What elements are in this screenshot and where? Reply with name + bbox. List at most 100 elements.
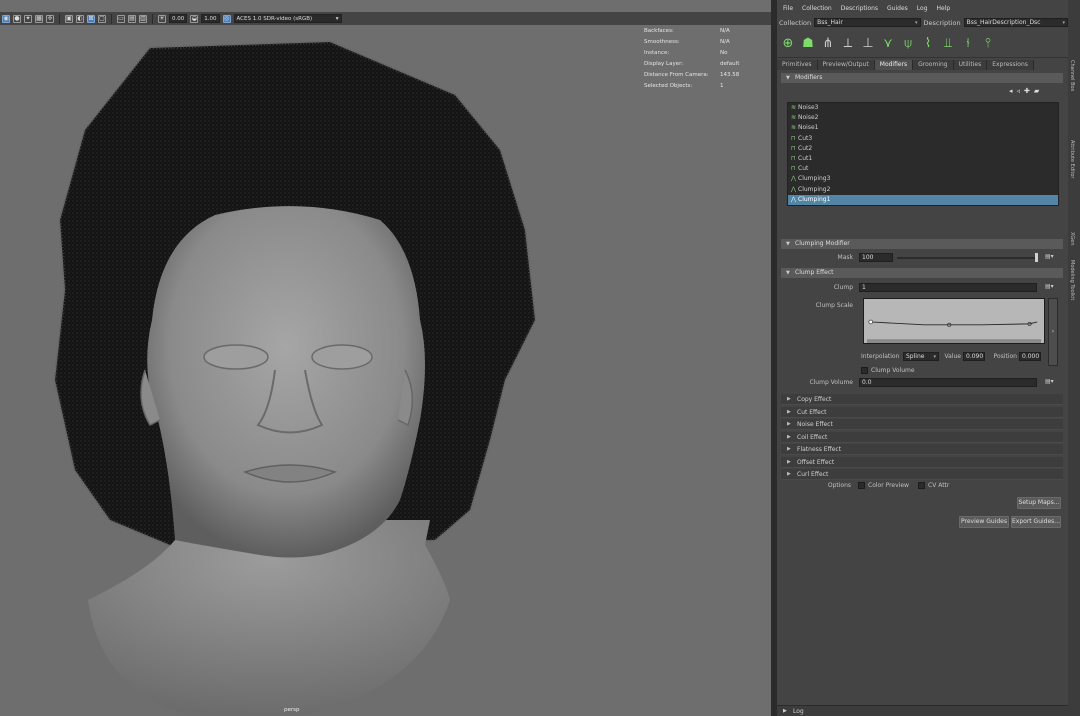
clump-volume-field[interactable]: 0.0 [859,378,1037,387]
gamma-field[interactable]: 1.00 [201,14,220,23]
add-modifier-icon[interactable]: ✚ [1024,87,1030,95]
description-value: Bss_HairDescription_Dsc [966,19,1041,26]
color-preview-checkbox[interactable] [858,482,865,489]
wireframe-icon[interactable]: ▢ [98,14,106,23]
clump-field[interactable]: 1 [859,283,1037,292]
tab-utilities[interactable]: Utilities [953,60,988,70]
log-section[interactable]: ▶ Log [777,705,1068,716]
list-item[interactable]: ≋ Noise2 [788,113,1058,123]
coil-effect-header[interactable]: ▶ Coil Effect [781,431,1063,443]
exposure-field[interactable]: 0.00 [169,14,188,23]
move-down-icon[interactable]: ◃ [1017,87,1021,95]
ramp-expand-button[interactable]: › [1048,298,1058,366]
tab-preview-output[interactable]: Preview/Output [817,60,875,70]
map-icon[interactable]: ▤▾ [1045,378,1054,385]
modifier-list[interactable]: ≋ Noise3 ≋ Noise2 ≋ Noise1 ⊓ Cut3 ⊓ Cut2 ⊓ Cut… [787,102,1059,206]
film-gate-icon[interactable]: ▤ [128,14,136,23]
create-collection-icon[interactable]: ☗ [801,35,815,53]
mask-field[interactable]: 100 [859,253,893,262]
tab-primitives[interactable]: Primitives [777,60,818,70]
xgen-tabs: Primitives Preview/Output Modifiers Groo… [777,60,1068,70]
viewport-3d[interactable]: ◉ ● ✦ ▦ ✢ ▣ ◐ ⊠ ▢ ▭ ▤ ▥ ☀ 0.00 ◒ 1.00 ◎ … [0,0,771,716]
side-tab-attribute-editor[interactable]: Attribute Editor [1069,140,1075,178]
shaded-icon[interactable]: ● [13,14,21,23]
color-management-icon[interactable]: ◎ [222,14,231,23]
lights-icon[interactable]: ✦ [24,14,32,23]
flatness-effect-header[interactable]: ▶ Flatness Effect [781,444,1063,455]
offset-effect-header[interactable]: ▶ Offset Effect [781,456,1063,468]
clump-volume-checkbox[interactable] [861,367,868,374]
mask-slider[interactable] [897,257,1037,259]
noise-effect-header[interactable]: ▶ Noise Effect [781,419,1063,430]
move-guide-icon[interactable]: ⟂ [841,35,855,53]
clump-volume-label: Clump Volume [809,379,853,386]
add-guide-icon[interactable]: ⋔ [821,35,835,53]
menu-guides[interactable]: Guides [887,5,908,15]
clump-effect-header[interactable]: ▼ Clump Effect [781,268,1063,278]
isolate-icon[interactable]: ⊠ [87,14,95,23]
list-item[interactable]: ⋀ Clumping3 [788,174,1058,184]
tab-grooming[interactable]: Grooming [913,60,954,70]
colorspace-dropdown[interactable]: ACES 1.0 SDR-video (sRGB) ▾ [233,14,342,23]
delete-modifier-icon[interactable]: ▰ [1034,87,1039,95]
move-up-icon[interactable]: ◂ [1009,87,1013,95]
list-item[interactable]: ≋ Noise3 [788,103,1058,113]
cv-attr-checkbox[interactable] [918,482,925,489]
ao-icon[interactable]: ✢ [46,14,54,23]
camera-icon[interactable]: ◉ [2,14,10,23]
gamma-icon[interactable]: ◒ [190,14,199,23]
normalize-guide-icon[interactable]: ⫮ [961,35,975,53]
menu-descriptions[interactable]: Descriptions [841,5,878,15]
position-field[interactable]: 0.000 [1019,352,1041,361]
expand-arrow-icon: ▶ [787,458,791,465]
map-icon[interactable]: ▤▾ [1045,283,1054,290]
shadows-icon[interactable]: ▦ [35,14,43,23]
guide-length-icon[interactable]: ⍦ [901,35,915,53]
create-description-icon[interactable]: ⊕ [781,35,795,53]
export-guides-button[interactable]: Export Guides... [1011,516,1061,528]
rebuild-guide-icon[interactable]: ⫫ [941,35,955,53]
list-item[interactable]: ⊓ Cut1 [788,154,1058,164]
expand-arrow-icon: ▶ [783,708,787,714]
list-item[interactable]: ⋀ Clumping2 [788,185,1058,195]
viewport-toolbar: ◉ ● ✦ ▦ ✢ ▣ ◐ ⊠ ▢ ▭ ▤ ▥ ☀ 0.00 ◒ 1.00 ◎ … [0,12,771,25]
resolution-gate-icon[interactable]: ▭ [117,14,125,23]
list-item[interactable]: ⊓ Cut2 [788,144,1058,154]
copy-effect-header[interactable]: ▶ Copy Effect [781,394,1063,405]
list-item[interactable]: ≋ Noise1 [788,123,1058,133]
modifiers-section-header[interactable]: ▼ Modifiers [781,73,1063,83]
menu-log[interactable]: Log [917,5,928,15]
collection-dropdown[interactable]: Bss_Hair ▾ [814,18,921,27]
list-item[interactable]: ⊓ Cut3 [788,134,1058,144]
exposure-icon[interactable]: ☀ [158,14,166,23]
orient-guide-icon[interactable]: ⫯ [981,35,995,53]
map-icon[interactable]: ▤▾ [1045,253,1054,260]
setup-maps-button[interactable]: Setup Maps... [1017,497,1061,509]
side-tab-channel-box[interactable]: Channel Box [1069,60,1075,91]
curl-effect-header[interactable]: ▶ Curl Effect [781,469,1063,480]
cut-effect-header[interactable]: ▶ Cut Effect [781,406,1063,418]
menu-help[interactable]: Help [937,5,951,15]
value-field[interactable]: 0.090 [963,352,985,361]
clumping-modifier-header[interactable]: ▼ Clumping Modifier [781,239,1063,249]
sculpt-guide-icon[interactable]: ⋎ [881,35,895,53]
bend-guide-icon[interactable]: ⌇ [921,35,935,53]
mask-slider-handle[interactable] [1035,253,1038,262]
side-tab-xgen[interactable]: XGen [1069,232,1075,246]
menu-collection[interactable]: Collection [802,5,832,15]
grid-icon[interactable]: ▣ [65,14,73,23]
side-tab-modeling-toolkit[interactable]: Modeling Toolkit [1069,260,1075,300]
tab-expressions[interactable]: Expressions [987,60,1034,70]
tab-modifiers[interactable]: Modifiers [874,60,914,70]
preview-guides-button[interactable]: Preview Guides [959,516,1009,528]
interpolation-dropdown[interactable]: Spline ▾ [903,352,939,361]
xray-icon[interactable]: ◐ [76,14,84,23]
clump-scale-ramp[interactable] [863,298,1045,344]
description-dropdown[interactable]: Bss_HairDescription_Dsc ▾ [963,18,1068,27]
chevron-down-icon: ▾ [335,16,339,22]
list-item-selected[interactable]: ⋀ Clumping1 [788,194,1058,205]
menu-file[interactable]: File [783,5,793,15]
safe-area-icon[interactable]: ▥ [139,14,147,23]
select-guide-icon[interactable]: ⊥ [861,35,875,53]
list-item[interactable]: ⊓ Cut [788,164,1058,174]
